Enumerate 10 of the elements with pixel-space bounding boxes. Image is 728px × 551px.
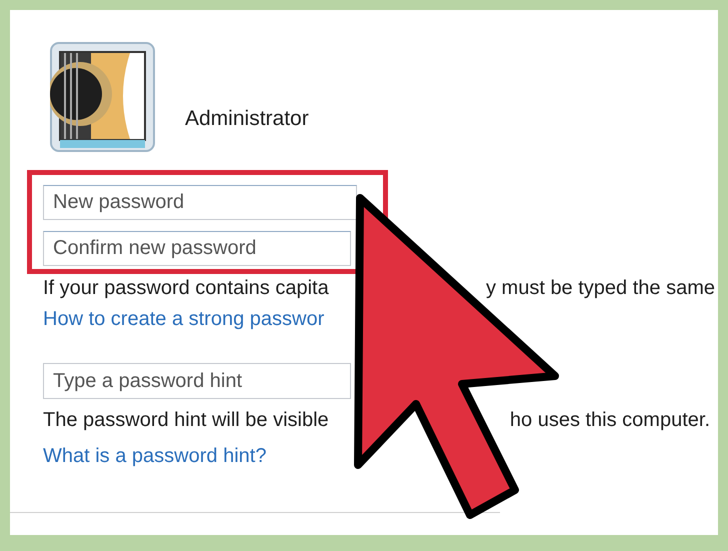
hint-note: The password hint will be visible bbox=[43, 408, 329, 433]
account-name: Administrator bbox=[185, 106, 309, 132]
hint-note: ho uses this computer. bbox=[510, 408, 710, 433]
password-field[interactable]: New password bbox=[43, 185, 357, 220]
case-note: If your password contains capita bbox=[43, 276, 329, 301]
hint-help-link[interactable]: What is a password hint? bbox=[43, 443, 266, 469]
hint-field[interactable]: Type a password hint bbox=[43, 363, 351, 399]
strong-password-link[interactable]: How to create a strong passwor bbox=[43, 306, 324, 332]
password-field[interactable]: Confirm new password bbox=[43, 231, 351, 266]
case-note: y must be typed the same bbox=[486, 276, 715, 301]
